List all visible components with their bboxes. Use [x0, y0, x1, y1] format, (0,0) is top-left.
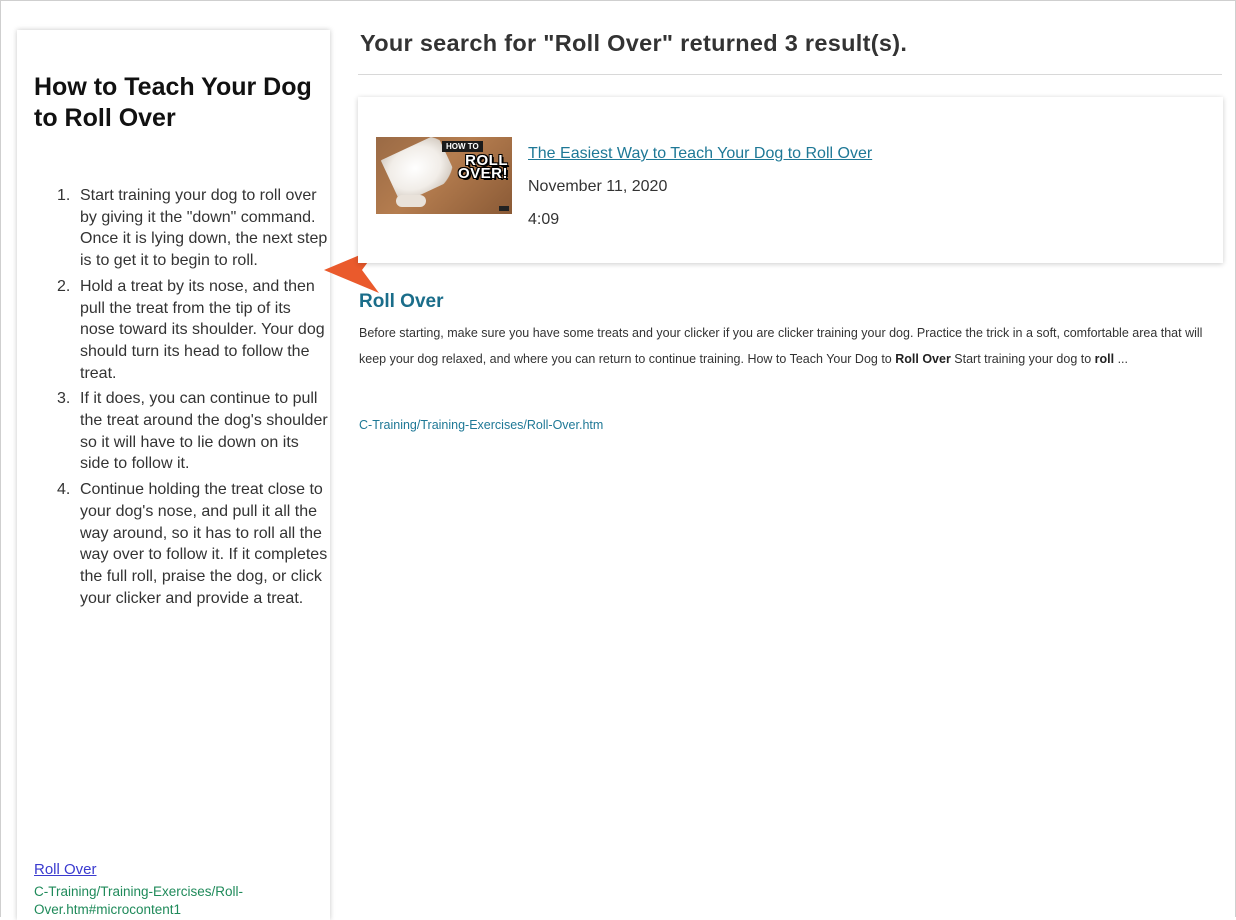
step-number: 1. — [57, 187, 71, 204]
video-title-link[interactable]: The Easiest Way to Teach Your Dog to Rol… — [528, 145, 872, 163]
step-text: Start training your dog to roll over by … — [80, 187, 328, 270]
step-text: If it does, you can continue to pull the… — [80, 390, 328, 473]
search-result-path-link[interactable]: C-Training/Training-Exercises/Roll-Over.… — [359, 418, 603, 432]
video-result-card: HOW TO ROLL OVER! The Easiest Way to Tea… — [358, 97, 1223, 263]
snippet-text: ... — [1114, 352, 1129, 366]
microcontent-steps: 1. Start training your dog to roll over b… — [57, 185, 329, 613]
thumbnail-caption-line2: OVER! — [457, 165, 508, 182]
search-results-heading: Your search for "Roll Over" returned 3 r… — [360, 30, 908, 56]
snippet-highlight: Roll Over — [895, 352, 951, 366]
thumbnail-dog-paw — [396, 195, 426, 207]
microcontent-topic-link[interactable]: Roll Over — [34, 861, 97, 878]
step-item: 1. Start training your dog to roll over b… — [57, 185, 329, 272]
frame-border-top — [0, 0, 1236, 1]
microcontent-panel: How to Teach Your Dog to Roll Over 1. Sta… — [17, 30, 330, 920]
video-duration: 4:09 — [528, 211, 560, 228]
step-text: Continue holding the treat close to your… — [80, 481, 328, 607]
snippet-text: Start training your dog to — [950, 352, 1095, 366]
video-thumbnail[interactable]: HOW TO ROLL OVER! — [376, 137, 512, 214]
microcontent-title: How to Teach Your Dog to Roll Over — [34, 73, 312, 132]
thumbnail-caption: ROLL OVER! — [457, 153, 508, 182]
thumbnail-tag: HOW TO — [442, 141, 483, 152]
heading-divider — [358, 74, 1222, 75]
step-item: 2. Hold a treat by its nose, and then pul… — [57, 276, 329, 385]
step-item: 4. Continue holding the treat close to yo… — [57, 479, 329, 609]
frame-border-left — [0, 0, 1, 917]
microcontent-path: C-Training/Training-Exercises/Roll-Over.… — [34, 884, 244, 917]
search-result-title-link[interactable]: Roll Over — [359, 291, 443, 313]
video-date: November 11, 2020 — [528, 178, 668, 195]
step-text: Hold a treat by its nose, and then pull … — [80, 277, 325, 382]
thumbnail-logo-mark — [499, 206, 509, 211]
step-number: 4. — [57, 481, 71, 499]
snippet-highlight: roll — [1094, 352, 1115, 366]
step-number: 2. — [57, 277, 71, 295]
search-result-snippet: Before starting, make sure you have some… — [359, 320, 1225, 372]
step-number: 3. — [57, 390, 71, 408]
step-item: 3. If it does, you can continue to pull t… — [57, 388, 329, 475]
